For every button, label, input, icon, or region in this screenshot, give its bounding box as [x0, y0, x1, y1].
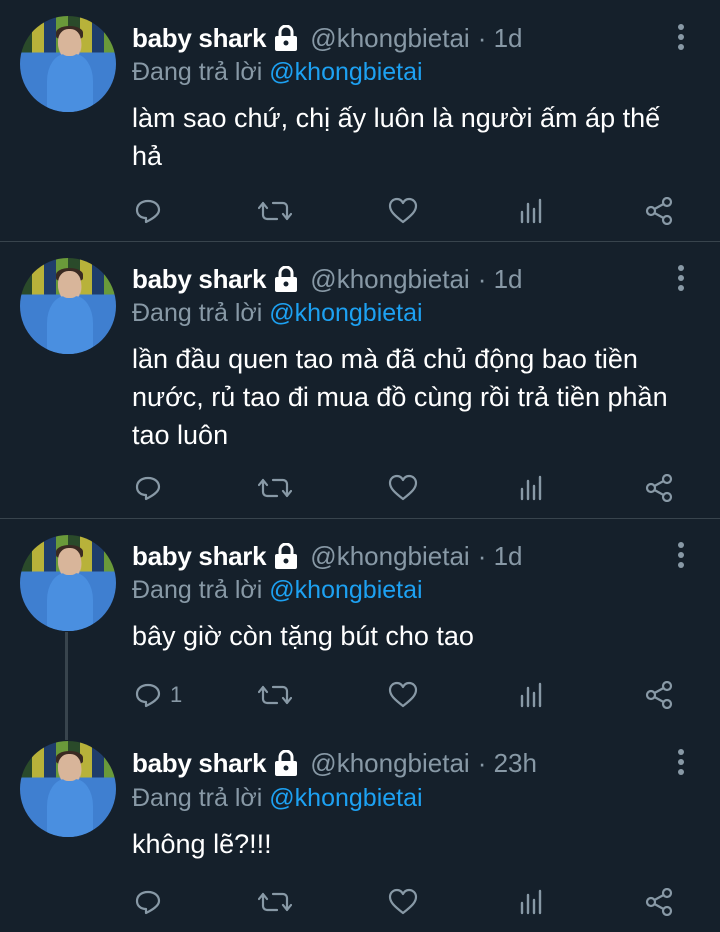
- share-icon: [645, 888, 673, 916]
- avatar[interactable]: [20, 258, 116, 354]
- timestamp[interactable]: · 1d: [478, 541, 523, 572]
- analytics-icon: [520, 889, 542, 915]
- tweet-actions: [0, 473, 720, 503]
- reply-count: 1: [170, 682, 183, 707]
- heart-icon: [388, 681, 418, 708]
- reply-mention[interactable]: @khongbietai: [269, 576, 422, 604]
- tweet[interactable]: baby shark @khongbietai · 1d Đang trả lờ…: [0, 0, 720, 241]
- like-button[interactable]: [388, 473, 418, 503]
- reply-prefix: Đang trả lời: [132, 784, 263, 812]
- more-vertical-icon[interactable]: [674, 24, 688, 54]
- like-button[interactable]: [388, 196, 418, 226]
- analytics-icon: [520, 682, 542, 708]
- analytics-icon: [520, 475, 542, 501]
- reply-icon: [135, 199, 161, 224]
- reply-icon: [135, 683, 161, 708]
- user-handle[interactable]: @khongbietai: [310, 23, 469, 54]
- reply-context: Đang trả lời @khongbietai: [132, 58, 423, 87]
- lock-icon: [275, 543, 298, 569]
- avatar[interactable]: [20, 535, 116, 631]
- share-icon: [645, 197, 673, 225]
- tweet[interactable]: baby shark @khongbietai · 23h Đang trả l…: [0, 733, 720, 932]
- retweet-button[interactable]: [258, 196, 292, 226]
- tweet-text: lần đầu quen tao mà đã chủ động bao tiền…: [132, 344, 668, 450]
- tweet-text: không lẽ?!!!: [132, 829, 272, 859]
- avatar[interactable]: [20, 741, 116, 837]
- reply-button[interactable]: [134, 196, 170, 226]
- reply-icon: [135, 890, 161, 915]
- lock-icon: [275, 266, 298, 292]
- retweet-button[interactable]: [258, 680, 292, 710]
- tweet-header: baby shark @khongbietai · 1d: [132, 21, 523, 55]
- tweet-actions: [0, 887, 720, 917]
- reply-context: Đang trả lời @khongbietai: [132, 299, 423, 328]
- display-name[interactable]: baby shark: [132, 23, 267, 54]
- display-name[interactable]: baby shark: [132, 264, 267, 295]
- tweet-text: làm sao chứ, chị ấy luôn là người ấm áp …: [132, 103, 661, 171]
- more-vertical-icon[interactable]: [674, 265, 688, 295]
- user-handle[interactable]: @khongbietai: [310, 264, 469, 295]
- display-name[interactable]: baby shark: [132, 748, 267, 779]
- analytics-button[interactable]: [519, 196, 545, 226]
- reply-mention[interactable]: @khongbietai: [269, 58, 422, 86]
- reply-mention[interactable]: @khongbietai: [269, 299, 422, 327]
- reply-prefix: Đang trả lời: [132, 299, 263, 327]
- reply-mention[interactable]: @khongbietai: [269, 784, 422, 812]
- lock-icon: [275, 750, 298, 776]
- tweet-header: baby shark @khongbietai · 1d: [132, 539, 523, 573]
- reply-prefix: Đang trả lời: [132, 576, 263, 604]
- retweet-icon: [258, 201, 292, 221]
- retweet-button[interactable]: [258, 887, 292, 917]
- tweet-text: bây giờ còn tặng bút cho tao: [132, 621, 474, 651]
- reply-button[interactable]: [134, 887, 170, 917]
- share-button[interactable]: [645, 473, 673, 503]
- like-button[interactable]: [388, 887, 418, 917]
- tweet-actions: 1: [0, 680, 720, 710]
- analytics-button[interactable]: [519, 680, 545, 710]
- more-vertical-icon[interactable]: [674, 749, 688, 779]
- analytics-button[interactable]: [519, 473, 545, 503]
- share-icon: [645, 474, 673, 502]
- heart-icon: [388, 474, 418, 501]
- timestamp[interactable]: · 1d: [478, 23, 523, 54]
- retweet-button[interactable]: [258, 473, 292, 503]
- retweet-icon: [258, 892, 292, 912]
- reply-button[interactable]: 1: [134, 680, 182, 710]
- heart-icon: [388, 888, 418, 915]
- tweet-header: baby shark @khongbietai · 23h: [132, 746, 537, 780]
- share-button[interactable]: [645, 887, 673, 917]
- more-vertical-icon[interactable]: [674, 542, 688, 572]
- avatar[interactable]: [20, 16, 116, 112]
- reply-context: Đang trả lời @khongbietai: [132, 576, 423, 605]
- tweet-actions: [0, 196, 720, 226]
- retweet-icon: [258, 685, 292, 705]
- reply-context: Đang trả lời @khongbietai: [132, 784, 423, 813]
- reply-button[interactable]: [134, 473, 170, 503]
- timestamp[interactable]: · 1d: [478, 264, 523, 295]
- tweet[interactable]: baby shark @khongbietai · 1d Đang trả lờ…: [0, 519, 720, 733]
- share-icon: [645, 681, 673, 709]
- heart-icon: [388, 197, 418, 224]
- share-button[interactable]: [645, 680, 673, 710]
- lock-icon: [275, 25, 298, 51]
- timestamp[interactable]: · 23h: [478, 748, 537, 779]
- reply-prefix: Đang trả lời: [132, 58, 263, 86]
- share-button[interactable]: [645, 196, 673, 226]
- like-button[interactable]: [388, 680, 418, 710]
- analytics-icon: [520, 198, 542, 224]
- user-handle[interactable]: @khongbietai: [310, 541, 469, 572]
- retweet-icon: [258, 478, 292, 498]
- analytics-button[interactable]: [519, 887, 545, 917]
- display-name[interactable]: baby shark: [132, 541, 267, 572]
- user-handle[interactable]: @khongbietai: [310, 748, 469, 779]
- reply-icon: [135, 476, 161, 501]
- tweet[interactable]: baby shark @khongbietai · 1d Đang trả lờ…: [0, 242, 720, 518]
- tweet-header: baby shark @khongbietai · 1d: [132, 262, 523, 296]
